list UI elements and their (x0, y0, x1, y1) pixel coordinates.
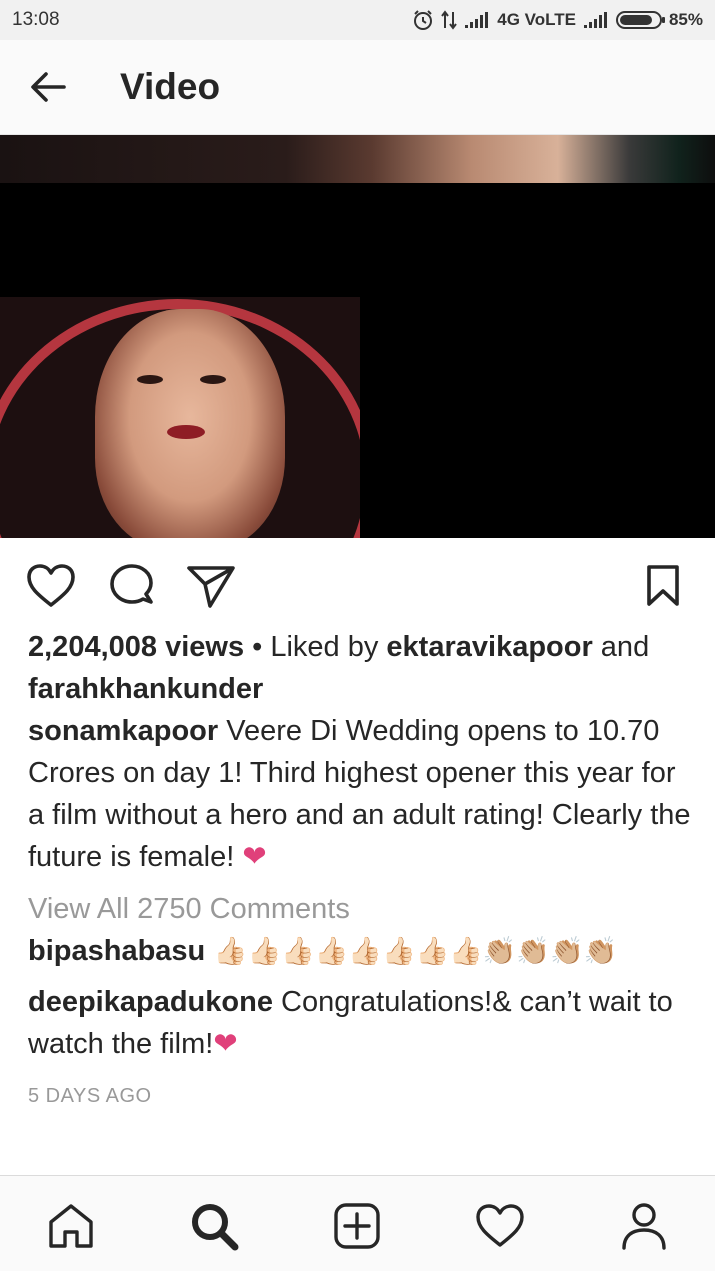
nav-new-post[interactable] (329, 1198, 385, 1254)
comment-item: bipashabasu 👍🏻👍🏻👍🏻👍🏻👍🏻👍🏻👍🏻👍🏻👏🏼👏🏼👏🏼👏🏼 (28, 930, 698, 973)
status-time: 13:08 (12, 9, 60, 30)
signal-icon-2 (583, 11, 609, 29)
view-count[interactable]: 2,204,008 views (28, 631, 244, 663)
data-transfer-icon (441, 10, 458, 30)
comment-item: deepikapadukone Congratulations!& can’t … (28, 981, 698, 1065)
and-label: and (592, 631, 650, 663)
video-player[interactable] (0, 135, 715, 538)
caption: sonamkapoor Veere Di Wedding opens to 10… (28, 710, 698, 878)
bookmark-icon (647, 565, 679, 606)
comment-username[interactable]: deepikapadukone (28, 986, 273, 1018)
heart-icon (27, 564, 75, 607)
page-title: Video (120, 66, 221, 107)
views-likes-line: 2,204,008 views • Liked by ektaravikapoo… (28, 626, 698, 710)
comment-text: 👍🏻👍🏻👍🏻👍🏻👍🏻👍🏻👍🏻👍🏻👏🏼👏🏼👏🏼👏🏼 (205, 936, 618, 967)
comment-username[interactable]: bipashabasu (28, 935, 205, 967)
post-details: 2,204,008 views • Liked by ektaravikapoo… (28, 626, 698, 1117)
share-button[interactable] (185, 561, 237, 611)
like-button[interactable] (25, 561, 77, 611)
status-icons: 4G VoLTE 85% (412, 9, 703, 31)
liked-by-label: • Liked by (244, 631, 387, 663)
heart-emoji: ❤ (242, 841, 267, 873)
nav-search[interactable] (186, 1198, 242, 1254)
nav-profile[interactable] (616, 1198, 672, 1254)
bottom-nav (0, 1175, 715, 1271)
video-frame-top (0, 135, 715, 183)
arrow-left-icon (31, 72, 66, 102)
search-icon (192, 1204, 239, 1251)
nav-activity[interactable] (472, 1198, 528, 1254)
home-icon (49, 1204, 93, 1248)
heart-emoji: ❤ (213, 1028, 238, 1060)
battery-percent: 85% (668, 10, 703, 29)
post-timestamp: 5 DAYS AGO (28, 1085, 152, 1107)
network-label: 4G VoLTE (497, 10, 576, 29)
comment-button[interactable] (106, 561, 158, 611)
back-button[interactable] (24, 63, 72, 111)
battery-icon (615, 11, 665, 29)
save-button[interactable] (637, 561, 689, 611)
share-icon (187, 566, 235, 608)
add-icon (334, 1203, 380, 1249)
activity-heart-icon (476, 1204, 524, 1247)
nav-home[interactable] (43, 1198, 99, 1254)
alarm-icon (412, 9, 434, 31)
profile-icon (622, 1203, 666, 1250)
post-actions (0, 538, 715, 630)
app-header: Video (0, 40, 715, 135)
liked-by-user-1[interactable]: ektaravikapoor (386, 631, 592, 663)
signal-icon (464, 11, 490, 29)
view-all-comments-link[interactable]: View All 2750 Comments (28, 888, 698, 930)
video-frame-portrait (0, 297, 360, 538)
caption-username[interactable]: sonamkapoor (28, 715, 218, 747)
comment-icon (110, 564, 153, 604)
liked-by-user-2[interactable]: farahkhankunder (28, 673, 263, 705)
status-bar: 13:08 4G VoLTE 85% (0, 0, 715, 40)
